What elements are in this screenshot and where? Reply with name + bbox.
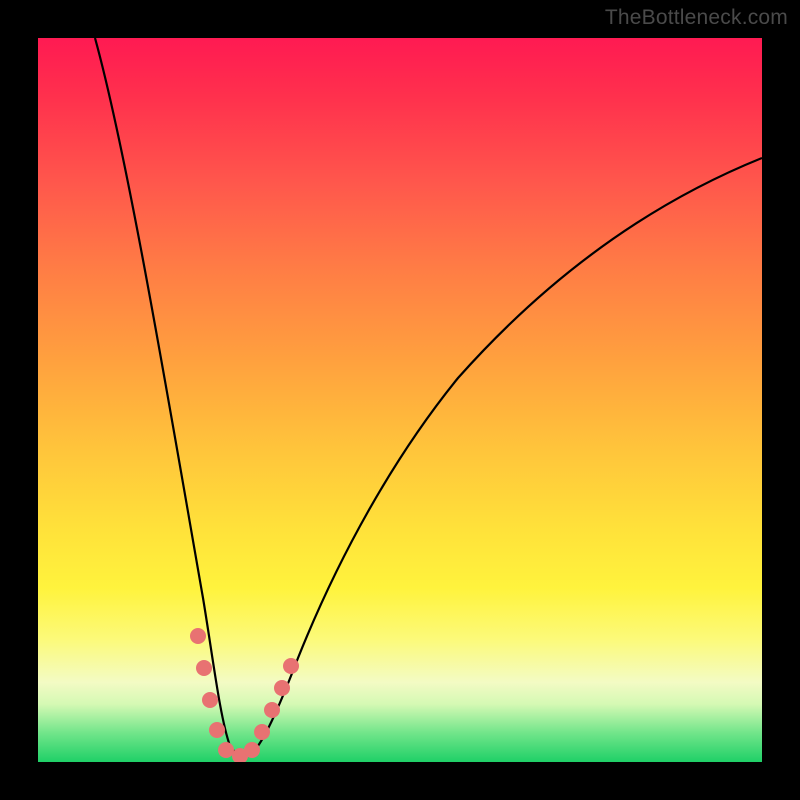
plot-background xyxy=(38,38,762,762)
watermark-text: TheBottleneck.com xyxy=(605,6,788,30)
chart-frame: TheBottleneck.com xyxy=(0,0,800,800)
